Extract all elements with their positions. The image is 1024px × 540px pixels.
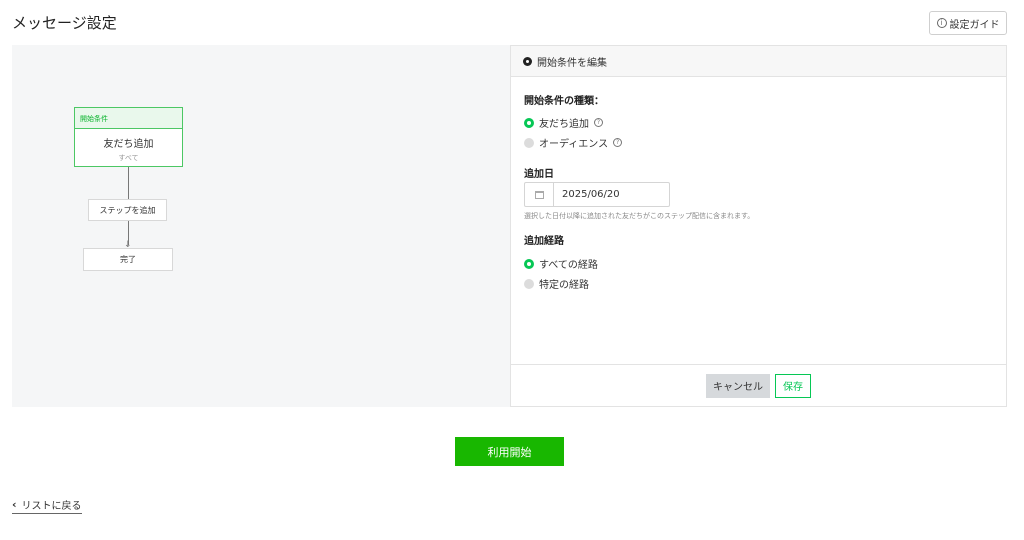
date-picker-field[interactable]: 2025/06/20 (524, 182, 670, 207)
back-to-list-link[interactable]: ‹ リストに戻る (12, 497, 82, 514)
bullet-icon (523, 56, 532, 66)
start-using-button[interactable]: 利用開始 (455, 437, 564, 466)
radio-selected-icon (524, 258, 534, 269)
connector-line (128, 167, 129, 199)
condition-type-label: 開始条件の種類： (524, 96, 604, 107)
radio-unselected-icon (524, 137, 534, 148)
start-condition-node[interactable]: 開始条件 友だち追加 すべて (74, 107, 183, 167)
chevron-left-icon: ‹ (12, 497, 17, 511)
help-icon[interactable]: ? (594, 118, 603, 127)
radio-label: すべての経路 (539, 260, 598, 271)
edit-condition-panel: 開始条件を編集 開始条件の種類： 友だち追加 ? オーディエンス ? 追加日 2… (510, 45, 1007, 407)
add-step-button[interactable]: ステップを追加 (88, 199, 167, 221)
end-node: 完了 (83, 248, 173, 271)
back-link-label: リストに戻る (21, 501, 82, 512)
panel-header: 開始条件を編集 (511, 46, 1006, 77)
radio-all-routes[interactable]: すべての経路 (524, 256, 598, 271)
setting-guide-label: 設定ガイド (949, 19, 1000, 31)
radio-specific-route[interactable]: 特定の経路 (524, 276, 589, 291)
radio-label: 特定の経路 (539, 280, 589, 291)
radio-audience[interactable]: オーディエンス ? (524, 135, 623, 150)
add-route-label: 追加経路 (524, 236, 564, 247)
radio-selected-icon (524, 117, 534, 128)
radio-friend-add[interactable]: 友だち追加 ? (524, 115, 603, 130)
start-node-title: 友だち追加 (103, 139, 154, 150)
page-title: メッセージ設定 (12, 14, 117, 32)
radio-label: オーディエンス (539, 139, 609, 150)
radio-unselected-icon (524, 278, 534, 289)
calendar-icon[interactable] (525, 183, 554, 206)
date-note: 選択した日付以降に追加された友だちがこのステップ配信に含まれます。 (524, 212, 755, 220)
panel-title: 開始条件を編集 (537, 57, 607, 69)
radio-label: 友だち追加 (539, 119, 589, 130)
start-node-header: 開始条件 (75, 108, 182, 129)
setting-guide-button[interactable]: i 設定ガイド (929, 11, 1007, 35)
start-node-subtitle: すべて (118, 154, 139, 162)
help-icon[interactable]: ? (613, 138, 623, 147)
add-date-label: 追加日 (524, 169, 554, 180)
save-button[interactable]: 保存 (775, 373, 811, 398)
panel-footer: キャンセル 保存 (511, 364, 1006, 406)
info-icon: i (936, 18, 947, 28)
flow-canvas: 開始条件 友だち追加 すべて ステップを追加 ↓ 完了 (12, 45, 510, 407)
date-value[interactable]: 2025/06/20 (554, 189, 620, 200)
cancel-button[interactable]: キャンセル (706, 373, 770, 398)
